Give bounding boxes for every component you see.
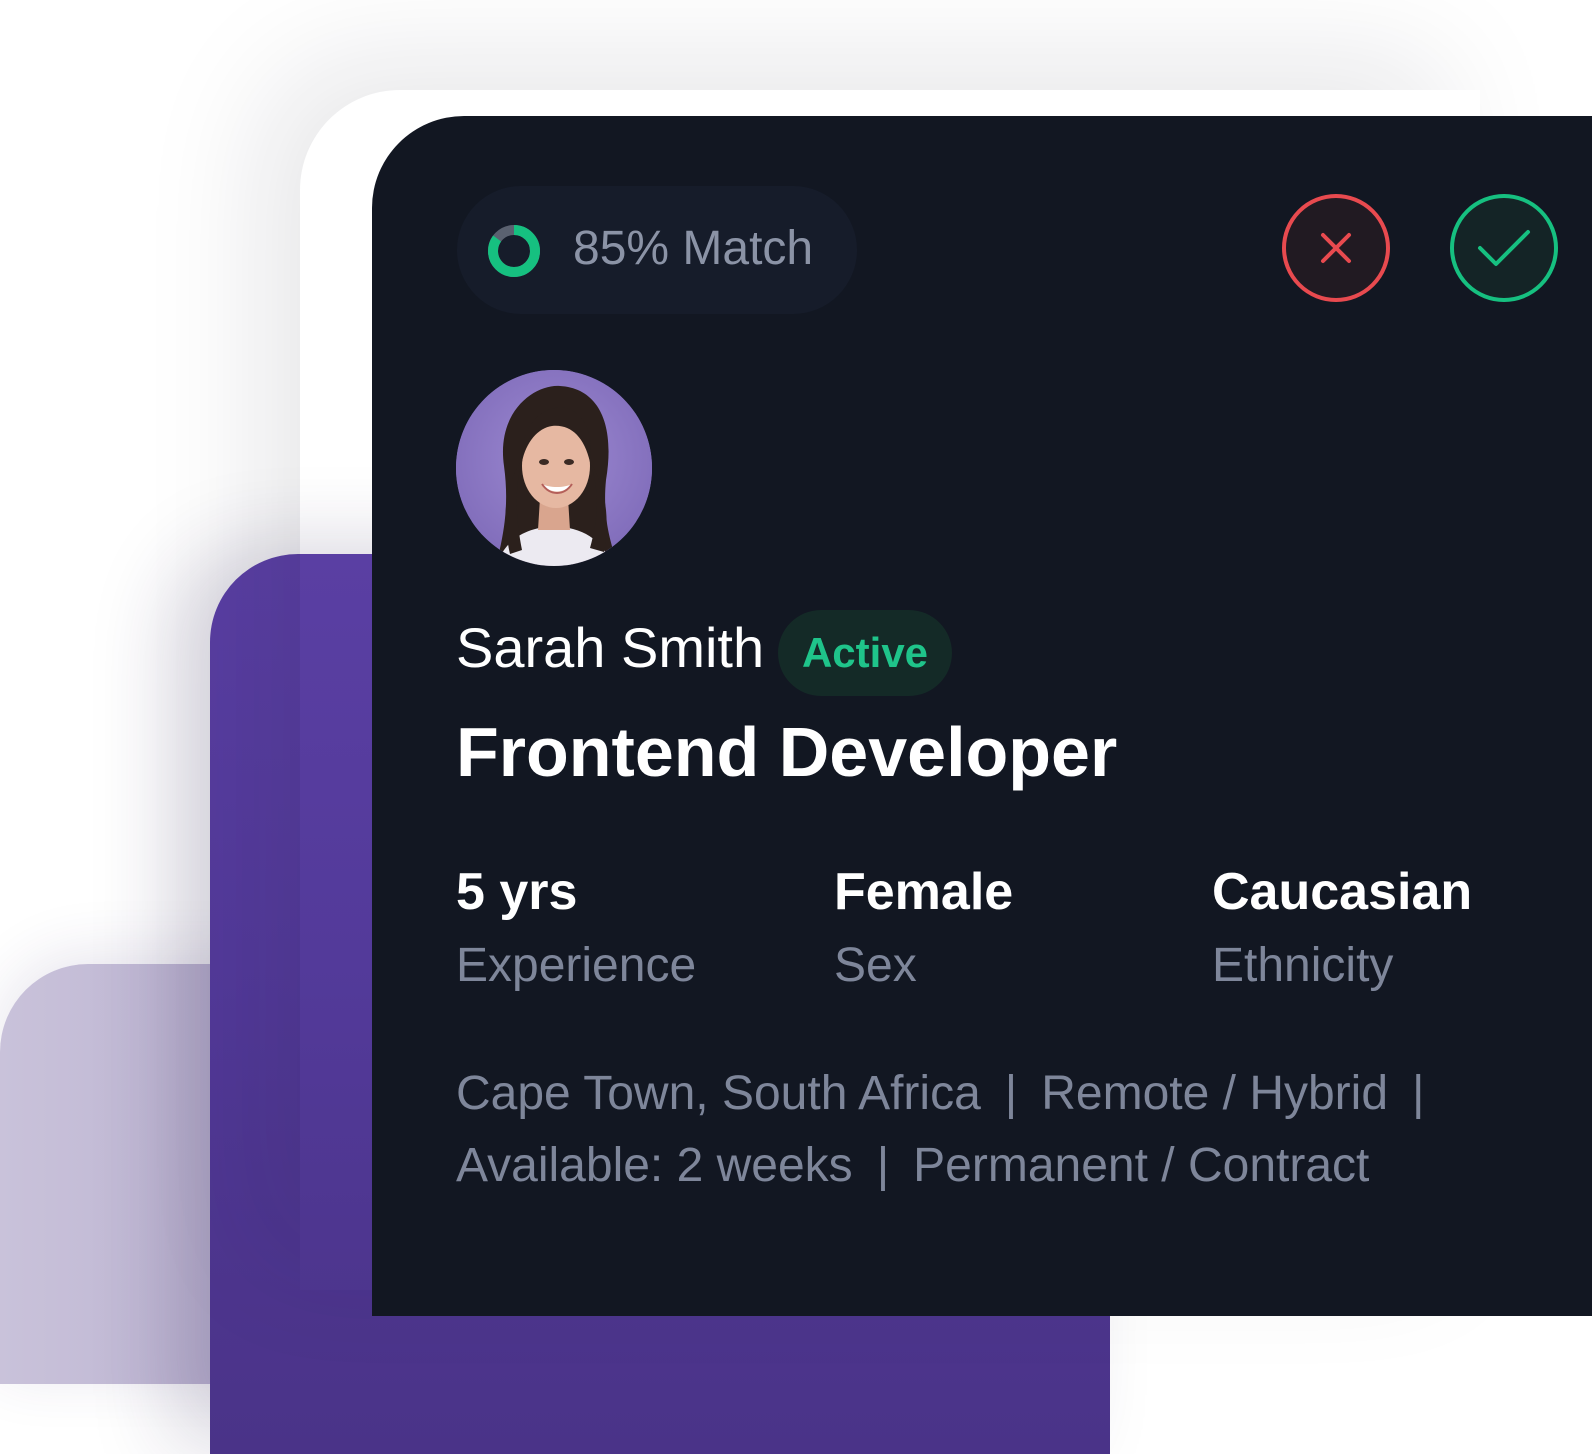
stat-value: 5 yrs	[456, 863, 578, 921]
stat-value: Caucasian	[1212, 863, 1473, 921]
status-badge: Active	[778, 610, 952, 696]
separator: |	[1004, 1067, 1018, 1120]
contract-type: Permanent / Contract	[913, 1139, 1370, 1192]
stat-ethnicity: Caucasian Ethnicity	[1212, 862, 1472, 994]
avatar	[456, 370, 652, 566]
avatar-portrait	[456, 370, 652, 566]
separator: |	[1412, 1067, 1425, 1120]
stat-label: Sex	[834, 939, 917, 992]
reject-button[interactable]	[1282, 194, 1390, 302]
meta-line-1: Cape Town, South Africa | Remote / Hybrid |	[456, 1066, 1448, 1122]
location: Cape Town, South Africa	[456, 1067, 981, 1120]
stat-label: Experience	[456, 939, 697, 992]
status-badge-label: Active	[801, 629, 929, 676]
candidate-name: Sarah Smith	[456, 616, 765, 679]
match-progress-ring	[488, 225, 540, 277]
check-icon	[1478, 230, 1530, 266]
stat-sex: Female Sex	[834, 862, 1013, 994]
separator: |	[876, 1139, 890, 1192]
stat-value: Female	[834, 863, 1014, 921]
meta-line-2: Available: 2 weeks | Permanent / Contract	[456, 1138, 1369, 1194]
stat-label: Ethnicity	[1212, 939, 1394, 992]
availability: Available: 2 weeks	[456, 1139, 853, 1192]
candidate-card[interactable]: 85% Match Sarah Smith Active Frontend De…	[372, 116, 1592, 1316]
match-score-label: 85% Match	[573, 222, 814, 275]
stat-experience: 5 yrs Experience	[456, 862, 696, 994]
match-score-pill: 85% Match	[457, 186, 857, 314]
work-mode: Remote / Hybrid	[1041, 1067, 1389, 1120]
job-title: Frontend Developer	[456, 713, 1118, 791]
close-icon	[1321, 233, 1351, 263]
accept-button[interactable]	[1450, 194, 1558, 302]
